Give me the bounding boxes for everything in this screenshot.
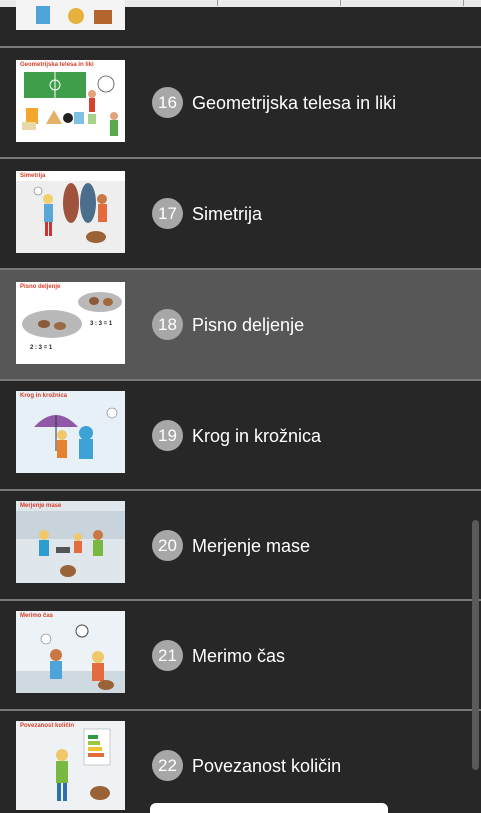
lesson-title: Merjenje mase xyxy=(192,536,311,556)
lesson-thumbnail: Pisno deljenje 3 : 3 = 1 2 : 3 = 1 xyxy=(16,282,125,364)
lesson-thumbnail: Geometrijska telesa in liki xyxy=(16,60,125,142)
lesson-row-19[interactable]: Krog in krožnica 19 Krog in krožnica xyxy=(0,381,481,490)
thumb-title: Merimo čas xyxy=(20,613,54,619)
lesson-title: Merimo čas xyxy=(192,646,286,666)
lesson-number-badge: 19 xyxy=(152,420,183,451)
thumb-division-a: 3 : 3 = 1 xyxy=(90,321,113,327)
ruler-tick xyxy=(340,0,341,6)
lesson-number-badge: 16 xyxy=(152,87,183,118)
thumb-division-b: 2 : 3 = 1 xyxy=(30,345,53,351)
lesson-thumbnail: Krog in krožnica xyxy=(16,391,125,473)
thumb-title: Simetrija xyxy=(20,173,46,179)
lesson-row-20[interactable]: Merjenje mase 20 Merjenje mase xyxy=(0,491,481,600)
lesson-title: Simetrija xyxy=(192,204,263,224)
lesson-thumbnail: Merjenje mase xyxy=(16,501,125,583)
lesson-row-17[interactable]: Simetrija 17 Simetrija xyxy=(0,159,481,268)
lesson-title: Krog in krožnica xyxy=(192,426,322,446)
thumb-title: Pisno deljenje xyxy=(20,284,61,290)
lesson-thumbnail: Merimo čas xyxy=(16,611,125,693)
lesson-row-21[interactable]: Merimo čas 21 Merimo čas xyxy=(0,601,481,710)
lesson-title: Geometrijska telesa in liki xyxy=(192,93,397,113)
ruler-tick xyxy=(217,0,218,6)
lesson-thumbnail: Povezanost količin xyxy=(16,721,125,810)
lesson-thumbnail: Simetrija xyxy=(16,171,125,253)
bottom-panel-edge xyxy=(150,803,388,813)
lesson-number-badge: 18 xyxy=(152,309,183,340)
thumb-title: Povezanost količin xyxy=(20,723,75,729)
thumb-title: Krog in krožnica xyxy=(20,393,68,399)
thumb-title: Geometrijska telesa in liki xyxy=(20,62,94,68)
lesson-row-18[interactable]: Pisno deljenje 3 : 3 = 1 2 : 3 = 1 18 Pi… xyxy=(0,270,481,379)
lesson-title: Povezanost količin xyxy=(192,756,342,776)
lesson-thumbnail-partial[interactable] xyxy=(16,0,125,30)
lesson-title: Pisno deljenje xyxy=(192,315,305,335)
lesson-number-badge: 22 xyxy=(152,750,183,781)
lesson-number-badge: 17 xyxy=(152,198,183,229)
scrollbar[interactable] xyxy=(472,520,479,770)
ruler-tick xyxy=(463,0,464,6)
lesson-number-badge: 21 xyxy=(152,640,183,671)
lesson-number-badge: 20 xyxy=(152,530,183,561)
lesson-row-22[interactable]: Povezanost količin 22 Povezanost količin xyxy=(0,711,481,810)
thumb-title: Merjenje mase xyxy=(20,503,62,509)
lesson-row-16[interactable]: Geometrijska telesa in liki 16 Geometrij… xyxy=(0,48,481,157)
